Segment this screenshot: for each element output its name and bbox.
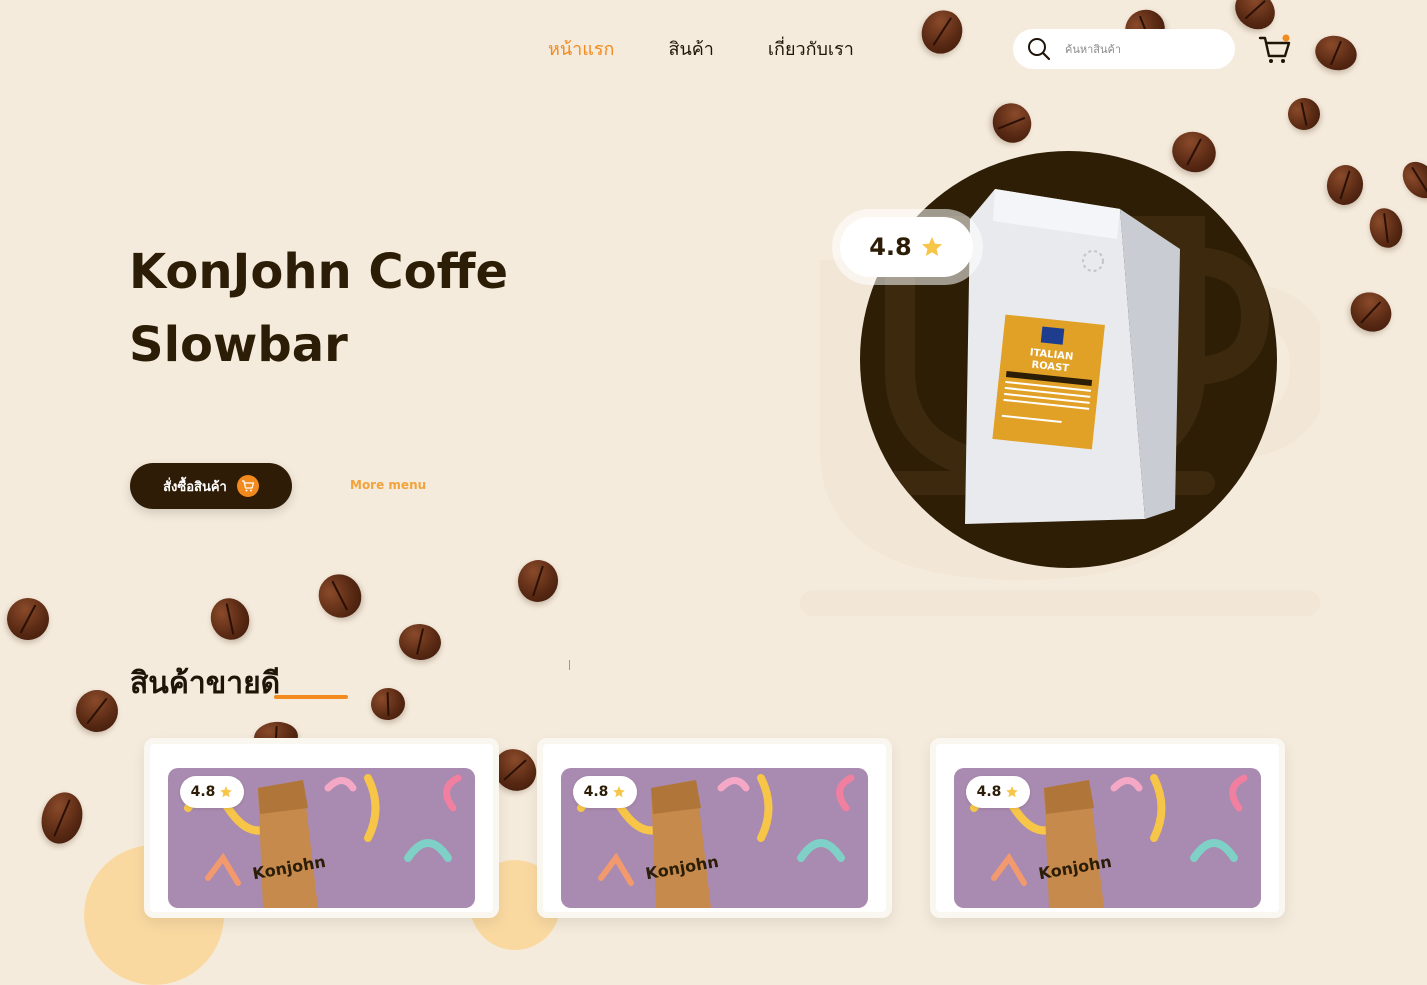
order-button-label: สั่งซื้อสินค้า	[163, 479, 227, 495]
coffee-bean-decoration	[1, 592, 55, 646]
coffee-bean-decoration	[514, 556, 562, 606]
product-image: Konjohn 4.8	[954, 768, 1261, 908]
more-menu-link[interactable]: More menu	[350, 478, 426, 492]
nav-item-products[interactable]: สินค้า	[668, 34, 713, 63]
search-icon[interactable]	[1019, 29, 1059, 69]
hero-title: KonJohn Coffe Slowbar	[129, 236, 508, 382]
coffee-bean-decoration	[35, 787, 89, 849]
coffee-bean-decoration	[68, 682, 126, 740]
product-rating-badge: 4.8	[966, 776, 1030, 808]
star-icon	[1006, 786, 1019, 798]
search-input[interactable]	[1063, 41, 1217, 57]
product-rating-badge: 4.8	[180, 776, 244, 808]
coffee-bean-decoration	[914, 3, 970, 61]
coffee-bean-decoration	[985, 96, 1039, 150]
nav-item-home[interactable]: หน้าแรก	[548, 34, 614, 63]
cart-icon	[1258, 34, 1291, 63]
product-card[interactable]: Konjohn 4.8	[144, 738, 499, 918]
coffee-bean-decoration	[1311, 31, 1361, 75]
divider	[569, 660, 570, 670]
cart-icon	[236, 475, 259, 497]
product-image: Konjohn 4.8	[168, 768, 475, 908]
coffee-bean-decoration	[204, 592, 256, 646]
coffee-bean-decoration	[397, 622, 443, 662]
star-icon	[613, 786, 626, 798]
main-nav: หน้าแรก สินค้า เกี่ยวกับเรา	[548, 34, 854, 63]
coffee-bean-decoration	[1342, 284, 1400, 340]
star-icon	[921, 237, 942, 256]
coffee-bean-decoration	[1227, 0, 1283, 38]
coffee-bean-decoration	[1283, 93, 1325, 135]
product-rating-value: 4.8	[976, 784, 1002, 800]
coffee-bean-decoration	[1365, 204, 1407, 252]
cart-notification-dot	[1282, 34, 1290, 42]
product-image: Konjohn 4.8	[561, 768, 868, 908]
title-underline	[274, 695, 348, 699]
hero-title-line1: KonJohn Coffe	[129, 244, 509, 300]
nav-item-about[interactable]: เกี่ยวกับเรา	[768, 34, 854, 63]
hero-rating-value: 4.8	[869, 233, 912, 261]
coffee-bean-decoration	[368, 685, 408, 723]
search-bar	[1013, 29, 1235, 69]
bestsellers-title: สินค้าขายดี	[130, 666, 281, 701]
product-card[interactable]: Konjohn 4.8	[537, 738, 892, 918]
coffee-bean-decoration	[310, 565, 370, 627]
star-icon	[220, 786, 233, 798]
product-card[interactable]: Konjohn 4.8	[930, 738, 1285, 918]
order-button[interactable]: สั่งซื้อสินค้า	[130, 463, 292, 509]
cart-button[interactable]	[1258, 34, 1292, 66]
product-rating-value: 4.8	[190, 784, 216, 800]
coffee-bean-decoration	[1395, 155, 1427, 205]
hero-rating-badge: 4.8	[832, 209, 983, 285]
coffee-bag-image: ITALIAN ROAST	[965, 189, 1180, 524]
product-rating-value: 4.8	[583, 784, 609, 800]
coffee-bean-decoration	[1323, 162, 1367, 208]
product-rating-badge: 4.8	[573, 776, 637, 808]
hero-title-line2: Slowbar	[129, 317, 348, 373]
